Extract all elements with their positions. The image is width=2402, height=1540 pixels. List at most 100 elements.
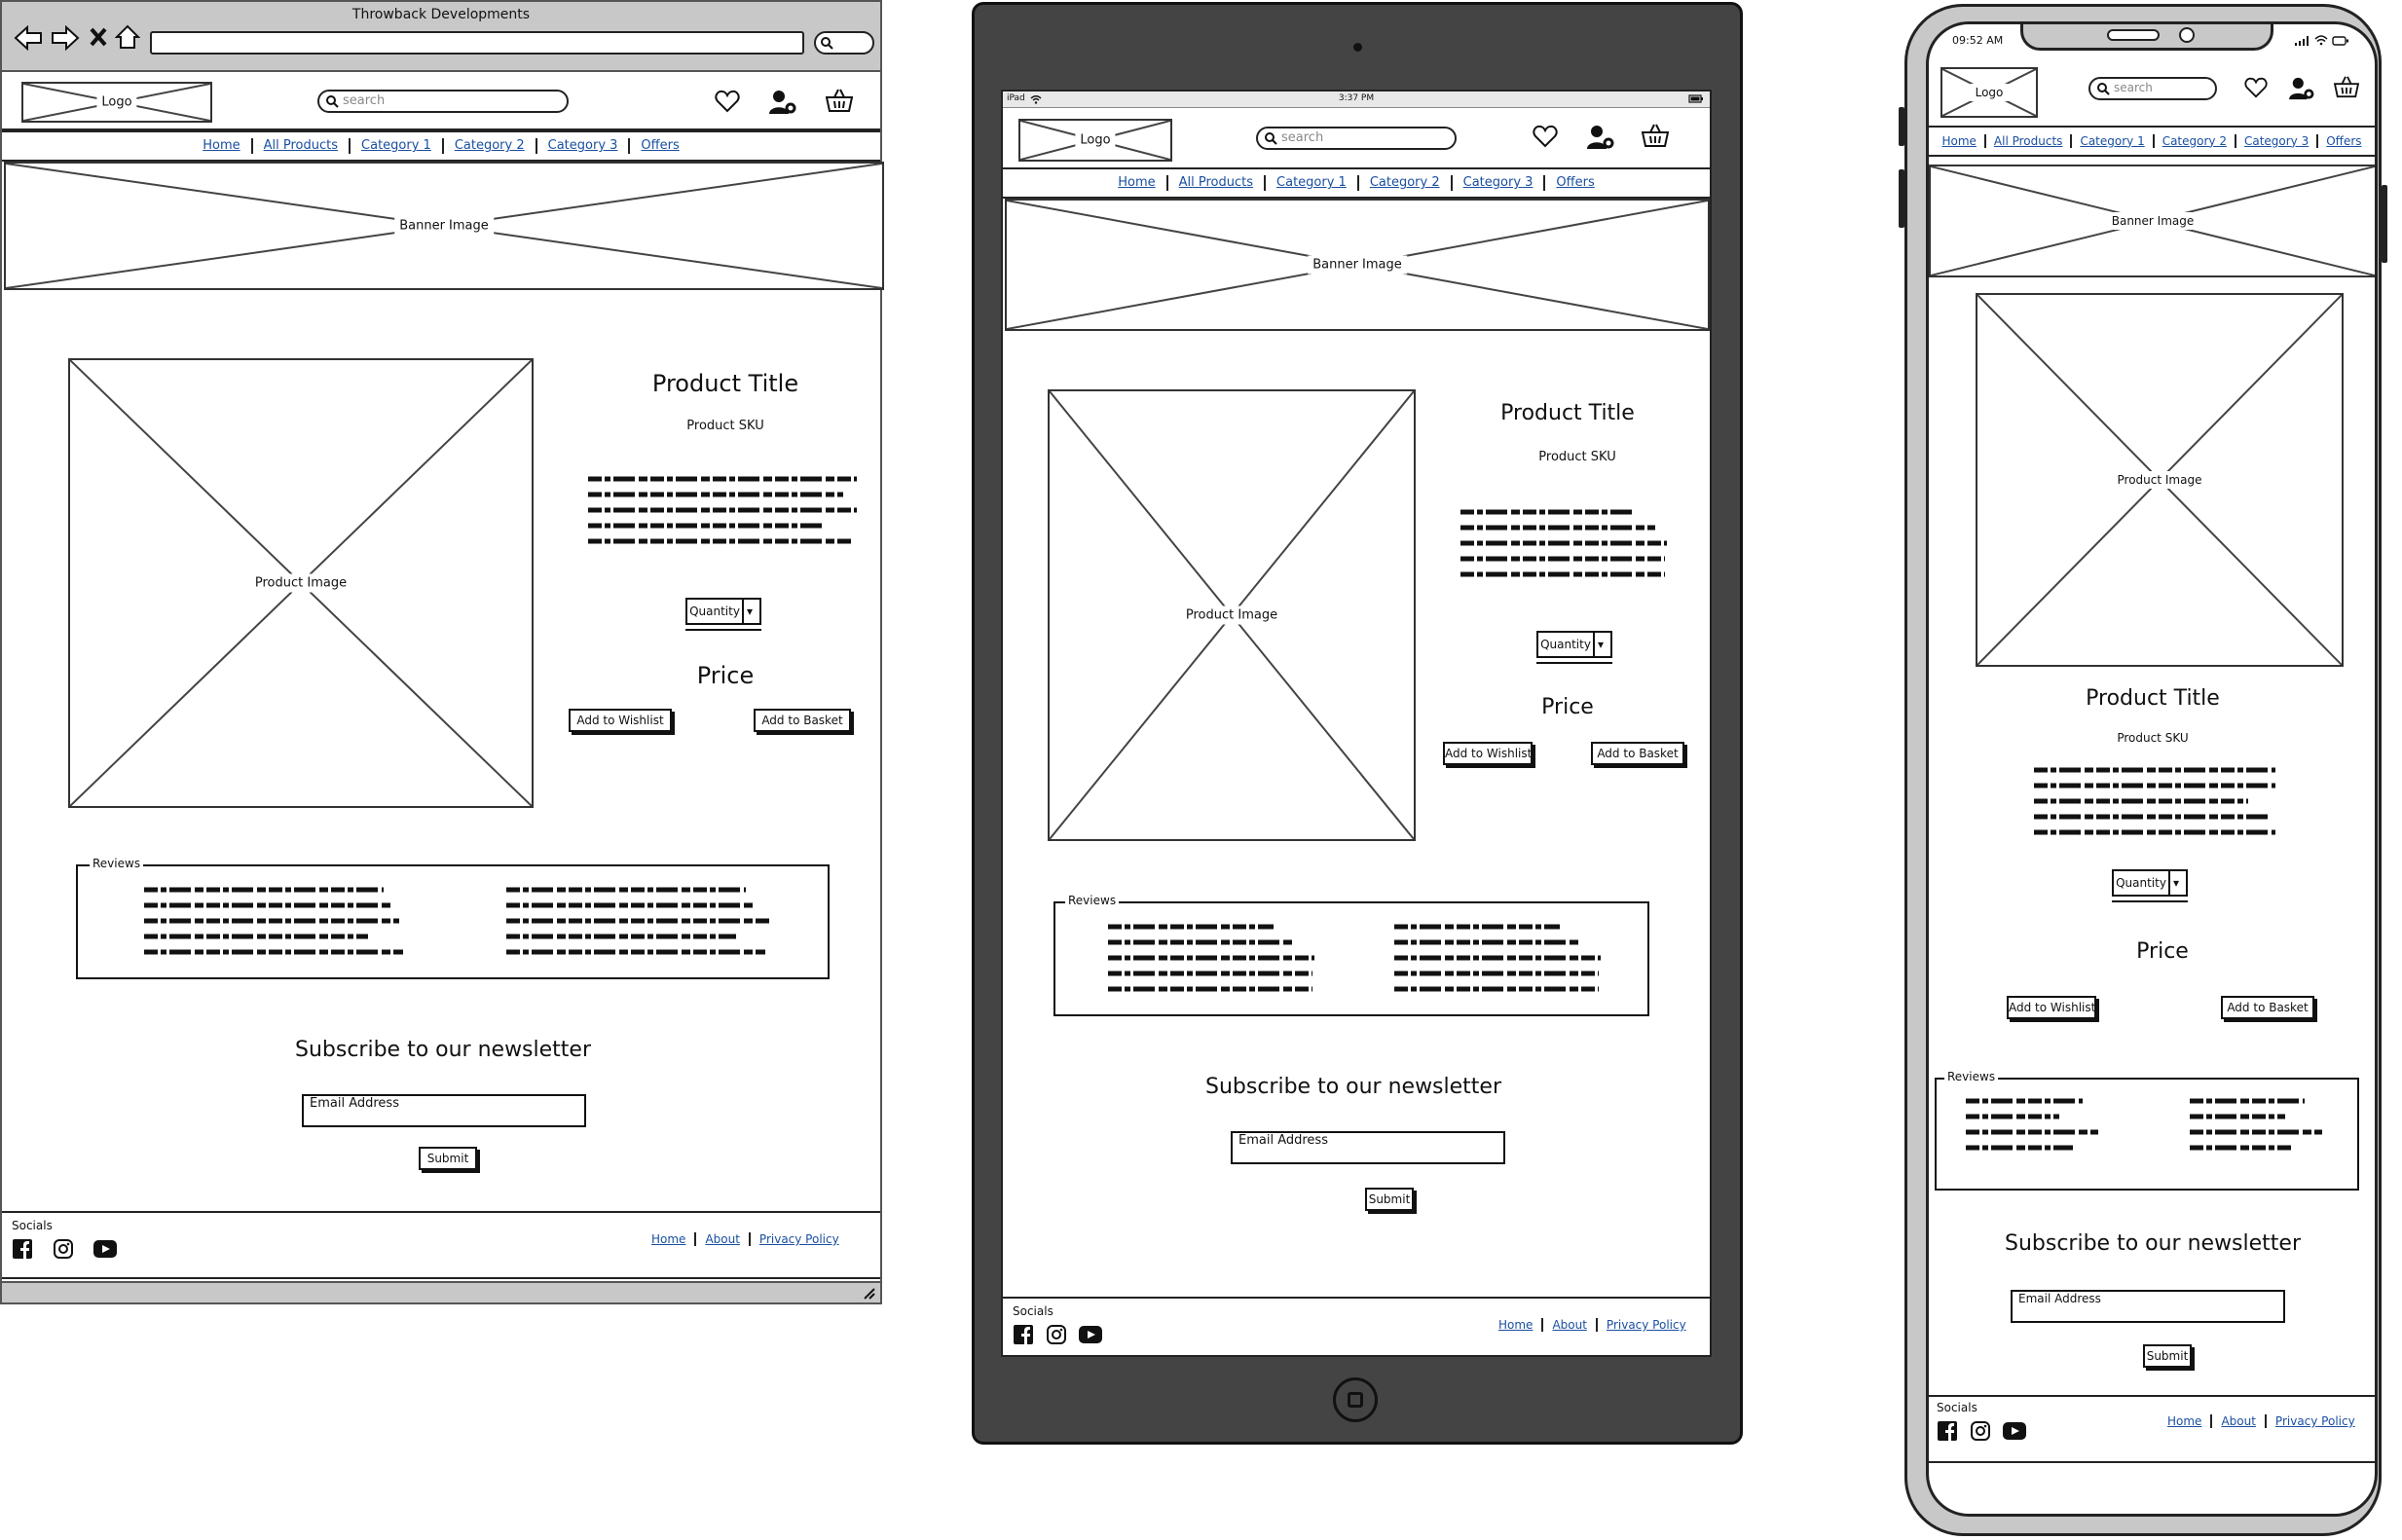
heart-icon[interactable] xyxy=(1533,125,1558,148)
basket-icon[interactable] xyxy=(2334,75,2359,98)
user-settings-icon[interactable] xyxy=(1587,125,1614,150)
close-icon[interactable] xyxy=(90,27,107,47)
footer-link-privacy[interactable]: Privacy Policy xyxy=(751,1232,848,1246)
banner-image: Banner Image xyxy=(4,162,884,290)
home-button-icon[interactable] xyxy=(1333,1377,1378,1422)
add-to-basket-button[interactable]: Add to Basket xyxy=(1591,742,1684,765)
footer-link-about[interactable]: About xyxy=(696,1232,751,1246)
basket-icon[interactable] xyxy=(826,88,853,113)
price: Price xyxy=(696,662,755,689)
nav-offers[interactable]: Offers xyxy=(630,138,689,154)
price: Price xyxy=(1541,695,1594,719)
footer-link-home[interactable]: Home xyxy=(643,1232,697,1246)
browser-title: Throwback Developments xyxy=(351,7,531,22)
home-icon[interactable] xyxy=(115,24,140,50)
footer-link-home[interactable]: Home xyxy=(1490,1318,1544,1332)
quantity-label: Quantity xyxy=(687,600,744,623)
footer-link-about[interactable]: About xyxy=(1543,1318,1598,1332)
nav-category-1[interactable]: Category 1 xyxy=(2072,133,2155,149)
product-image: Product Image xyxy=(68,358,534,808)
instagram-icon[interactable] xyxy=(53,1238,74,1260)
main-nav: Home All Products Category 1 Category 2 … xyxy=(1929,126,2375,157)
youtube-icon[interactable] xyxy=(1079,1326,1102,1343)
product-description xyxy=(1460,509,1667,577)
add-to-basket-button[interactable]: Add to Basket xyxy=(754,709,851,732)
add-to-wishlist-button[interactable]: Add to Wishlist xyxy=(1443,742,1533,765)
reviews-legend: Reviews xyxy=(90,857,144,870)
nav-home[interactable]: Home xyxy=(1934,133,1986,149)
footer-link-home[interactable]: Home xyxy=(2159,1414,2213,1428)
socials-label: Socials xyxy=(12,1219,53,1232)
nav-category-3[interactable]: Category 3 xyxy=(2236,133,2319,149)
footer-link-privacy[interactable]: Privacy Policy xyxy=(2267,1414,2364,1428)
address-bar[interactable] xyxy=(150,31,804,55)
youtube-icon[interactable] xyxy=(93,1240,117,1258)
nav-category-1[interactable]: Category 1 xyxy=(351,138,444,154)
footer-links: Home About Privacy Policy xyxy=(1490,1318,1695,1332)
quantity-select[interactable]: Quantity ▾ xyxy=(685,598,761,625)
nav-offers[interactable]: Offers xyxy=(1545,175,1605,191)
signal-icon xyxy=(2295,36,2309,46)
resize-grip-icon[interactable] xyxy=(861,1285,876,1301)
product-description xyxy=(588,476,857,544)
nav-home[interactable]: Home xyxy=(192,138,253,154)
nav-category-2[interactable]: Category 2 xyxy=(1359,175,1453,191)
add-to-wishlist-button[interactable]: Add to Wishlist xyxy=(569,709,672,732)
submit-button[interactable]: Submit xyxy=(1365,1188,1414,1211)
browser-search-box[interactable] xyxy=(814,31,874,55)
nav-category-2[interactable]: Category 2 xyxy=(2155,133,2236,149)
logo[interactable]: Logo xyxy=(1940,67,2038,118)
nav-all-products[interactable]: All Products xyxy=(253,138,351,154)
quantity-select[interactable]: Quantity ▾ xyxy=(1536,631,1612,658)
user-settings-icon[interactable] xyxy=(2289,77,2314,100)
search-input[interactable]: search xyxy=(1256,127,1457,150)
submit-button[interactable]: Submit xyxy=(419,1147,477,1170)
search-input[interactable]: search xyxy=(317,90,569,113)
quantity-label: Quantity xyxy=(2114,871,2170,895)
search-placeholder: search xyxy=(343,93,386,108)
phone-screen: 09:52 AM Logo search Home All Products C… xyxy=(1926,21,2378,1517)
quantity-select[interactable]: Quantity ▾ xyxy=(2112,869,2188,897)
wifi-icon xyxy=(2314,35,2328,46)
product-sku: Product SKU xyxy=(686,419,764,433)
back-arrow-icon[interactable] xyxy=(14,25,43,51)
nav-category-1[interactable]: Category 1 xyxy=(1266,175,1359,191)
logo[interactable]: Logo xyxy=(1018,119,1172,162)
youtube-icon[interactable] xyxy=(2003,1422,2026,1440)
facebook-icon[interactable] xyxy=(12,1238,33,1260)
facebook-icon[interactable] xyxy=(1937,1420,1958,1442)
nav-category-3[interactable]: Category 3 xyxy=(537,138,631,154)
search-input[interactable]: search xyxy=(2088,77,2217,100)
footer-link-privacy[interactable]: Privacy Policy xyxy=(1598,1318,1695,1332)
nav-all-products[interactable]: All Products xyxy=(1168,175,1267,191)
basket-icon[interactable] xyxy=(1642,123,1669,148)
phone-notch xyxy=(2020,24,2273,51)
footer-link-about[interactable]: About xyxy=(2212,1414,2267,1428)
nav-category-2[interactable]: Category 2 xyxy=(444,138,537,154)
user-settings-icon[interactable] xyxy=(769,90,796,115)
forward-arrow-icon[interactable] xyxy=(51,25,80,51)
nav-all-products[interactable]: All Products xyxy=(1986,133,2073,149)
email-field[interactable]: Email Address xyxy=(302,1094,586,1127)
facebook-icon[interactable] xyxy=(1013,1324,1034,1345)
nav-category-3[interactable]: Category 3 xyxy=(1453,175,1546,191)
heart-icon[interactable] xyxy=(2244,77,2268,98)
email-placeholder: Email Address xyxy=(310,1096,399,1111)
email-field[interactable]: Email Address xyxy=(1231,1131,1505,1164)
reviews-box: Reviews xyxy=(76,857,830,979)
tablet-time: 3:37 PM xyxy=(1338,93,1375,103)
submit-button[interactable]: Submit xyxy=(2143,1344,2192,1368)
heart-icon[interactable] xyxy=(715,90,740,113)
reviews-box: Reviews xyxy=(1935,1070,2359,1191)
review-text-2 xyxy=(506,887,771,955)
instagram-icon[interactable] xyxy=(1970,1420,1991,1442)
instagram-icon[interactable] xyxy=(1046,1324,1067,1345)
search-icon xyxy=(2097,83,2110,95)
banner-label: Banner Image xyxy=(2106,212,2199,230)
email-field[interactable]: Email Address xyxy=(2011,1290,2285,1323)
logo[interactable]: Logo xyxy=(21,82,212,123)
add-to-wishlist-button[interactable]: Add to Wishlist xyxy=(2007,996,2096,1019)
add-to-basket-button[interactable]: Add to Basket xyxy=(2221,996,2314,1019)
nav-home[interactable]: Home xyxy=(1107,175,1168,191)
nav-offers[interactable]: Offers xyxy=(2318,134,2369,148)
